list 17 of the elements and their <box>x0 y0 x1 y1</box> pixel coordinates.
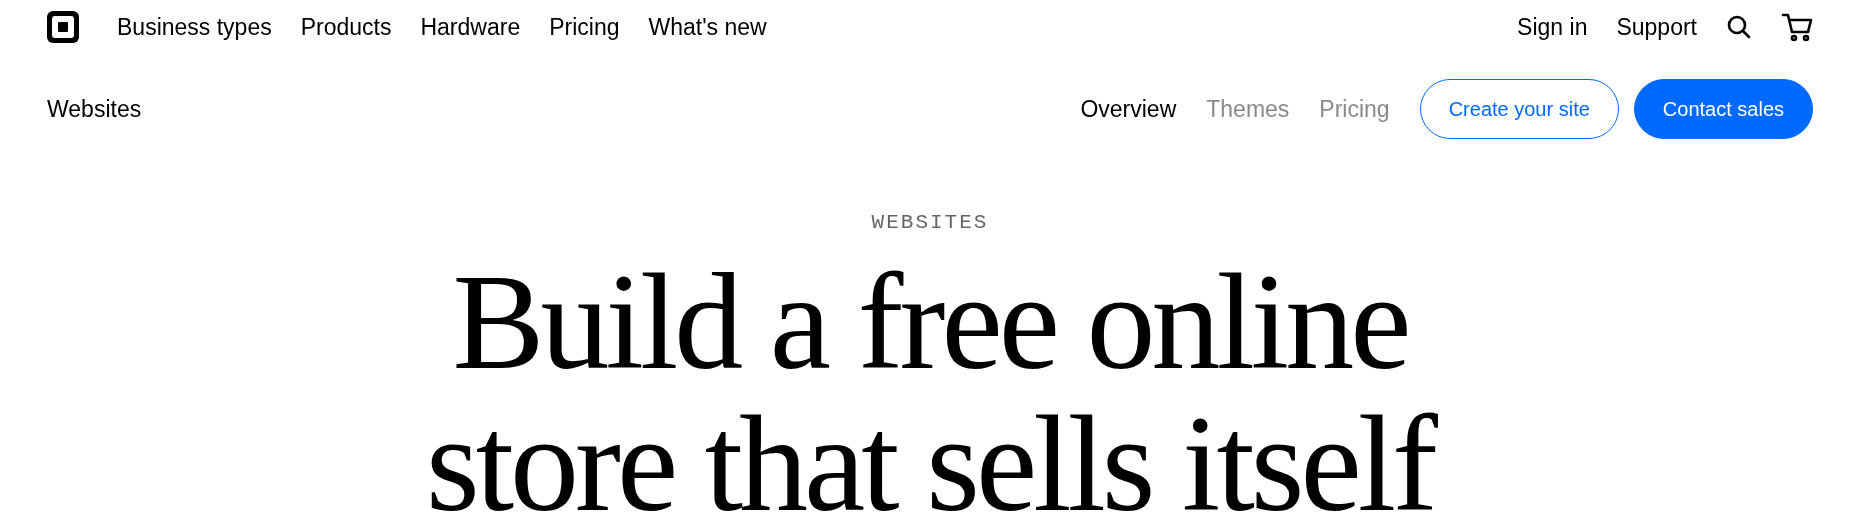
search-icon[interactable] <box>1726 14 1752 40</box>
nav-link[interactable]: Business types <box>117 9 272 45</box>
logo-icon[interactable] <box>47 11 79 43</box>
nav-link[interactable]: What's new <box>648 9 767 45</box>
nav-link[interactable]: Products <box>300 9 392 45</box>
headline-line: Build a free online <box>452 250 1408 393</box>
contact-sales-button[interactable]: Contact sales <box>1633 79 1813 139</box>
nav-link[interactable]: Pricing <box>549 9 620 45</box>
nav-link[interactable]: Support <box>1616 9 1697 45</box>
create-site-button[interactable]: Create your site <box>1419 79 1619 139</box>
nav-link[interactable]: Sign in <box>1517 9 1588 45</box>
eyebrow-label: WEBSITES <box>871 210 989 236</box>
subnav-tab[interactable]: Overview <box>1080 91 1177 127</box>
nav-link[interactable]: Hardware <box>420 9 521 45</box>
headline-line: store that sells itself <box>426 392 1434 519</box>
section-title: Websites <box>47 94 142 124</box>
cart-icon[interactable] <box>1781 12 1813 42</box>
